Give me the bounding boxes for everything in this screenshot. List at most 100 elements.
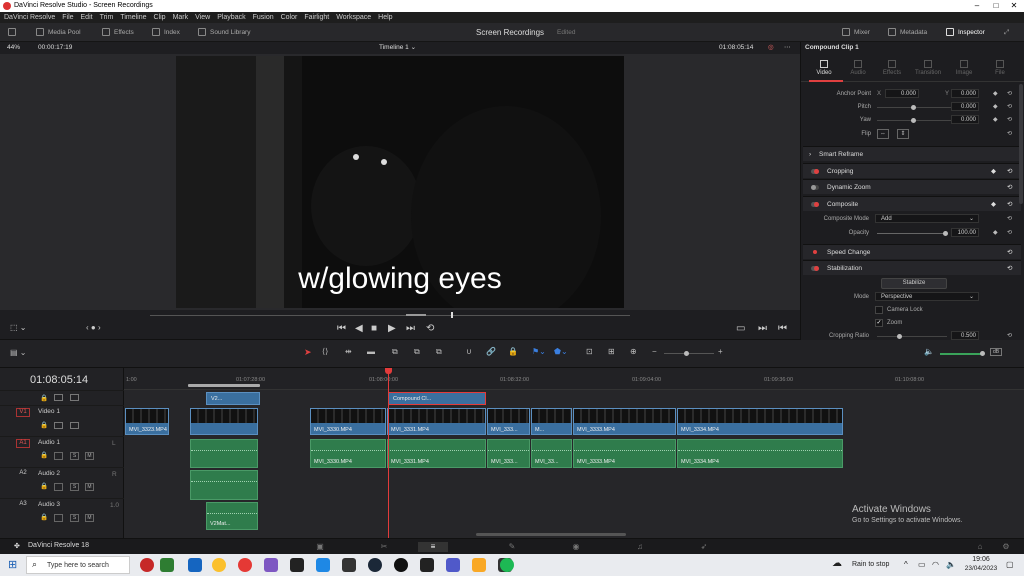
reset-icon[interactable]: ⟲ xyxy=(1007,164,1012,179)
index-button[interactable]: Index xyxy=(152,23,180,42)
notification-icon[interactable]: ▢ xyxy=(1006,560,1014,569)
timeline-view-icon[interactable]: ▤ ⌄ xyxy=(10,348,26,357)
track-tag[interactable]: A2 xyxy=(16,470,30,479)
clip-a1[interactable]: MVI_3331.MP4 xyxy=(387,439,486,468)
sound-library-button[interactable]: Sound Library xyxy=(198,23,250,42)
link-icon[interactable]: 🔗 xyxy=(486,347,496,356)
menu-color[interactable]: Color xyxy=(281,12,298,23)
inspector-button[interactable]: Inspector xyxy=(946,23,985,42)
zoom-full-icon[interactable]: ⊡ xyxy=(586,347,593,356)
stabilize-button[interactable]: Stabilize xyxy=(881,278,947,289)
keyframe-icon[interactable]: ◆ xyxy=(993,114,998,126)
media-pool-button[interactable]: Media Pool xyxy=(36,23,81,42)
task-view-icon[interactable] xyxy=(188,558,202,572)
reset-icon[interactable]: ⟲ xyxy=(1007,180,1012,195)
cropping-ratio-slider[interactable] xyxy=(877,334,947,339)
menu-fairlight[interactable]: Fairlight xyxy=(304,12,329,23)
solo-button[interactable]: S xyxy=(70,452,79,460)
menu-help[interactable]: Help xyxy=(378,12,392,23)
media-page-icon[interactable]: ▣ xyxy=(314,542,326,552)
opacity-slider[interactable] xyxy=(877,231,948,236)
tab-video[interactable]: Video xyxy=(807,56,841,76)
close-icon[interactable]: ✕ xyxy=(1005,0,1023,12)
camera-lock-checkbox[interactable] xyxy=(875,306,883,314)
reset-icon[interactable]: ⟲ xyxy=(1007,197,1012,212)
monitor-icon[interactable] xyxy=(70,394,79,401)
output-toggle-icon[interactable] xyxy=(54,483,63,491)
clip-a1[interactable]: MVI_3334.MP4 xyxy=(677,439,843,468)
selection-tool-icon[interactable]: ➤ xyxy=(304,347,312,358)
clip-a3[interactable]: V2Mat... xyxy=(206,502,258,530)
output-toggle-icon[interactable] xyxy=(54,514,63,522)
menu-timeline[interactable]: Timeline xyxy=(120,12,146,23)
home-icon[interactable]: ⌂ xyxy=(974,542,986,552)
fullscreen-icon[interactable]: ▭ xyxy=(736,323,745,334)
chrome-icon[interactable] xyxy=(212,558,226,572)
clip-a1[interactable]: MVI_3333.MP4 xyxy=(573,439,676,468)
flip-horizontal-icon[interactable]: ⇔ xyxy=(877,129,889,139)
more-options-icon[interactable]: ⋯ xyxy=(784,42,791,54)
flip-vertical-icon[interactable]: ⇕ xyxy=(897,129,909,139)
zoom-checkbox[interactable]: ✓ xyxy=(875,319,883,327)
menu-edit[interactable]: Edit xyxy=(81,12,93,23)
keyframe-icon[interactable]: ◆ xyxy=(991,197,996,212)
reset-icon[interactable]: ⟲ xyxy=(1007,261,1012,276)
steam-icon[interactable] xyxy=(368,558,382,572)
color-page-icon[interactable]: ◉ xyxy=(570,542,582,552)
zoom-custom-icon[interactable]: ⊕ xyxy=(630,347,637,356)
color-icon[interactable]: ◎ xyxy=(768,42,774,54)
clip-a1[interactable] xyxy=(190,439,258,468)
video-frame[interactable]: w/glowing eyes xyxy=(176,56,624,308)
anchor-x-field[interactable]: 0.000 xyxy=(885,89,919,98)
reset-icon[interactable]: ⟲ xyxy=(1007,213,1012,225)
menu-fusion[interactable]: Fusion xyxy=(253,12,274,23)
fusion-page-icon[interactable]: ✎ xyxy=(506,542,518,552)
stabilization-toggle[interactable] xyxy=(811,266,819,271)
reset-icon[interactable]: ⟲ xyxy=(1007,128,1012,140)
mute-button[interactable]: M xyxy=(85,483,94,491)
clip-v1[interactable]: MVI_3330.MP4 xyxy=(310,408,386,435)
tab-transition[interactable]: Transition xyxy=(911,56,945,76)
overwrite-clip-icon[interactable]: ⧉ xyxy=(414,347,420,357)
mute-button[interactable]: M xyxy=(85,514,94,522)
mixer-button[interactable]: Mixer xyxy=(842,23,870,42)
insert-clip-icon[interactable]: ⧉ xyxy=(392,347,398,357)
zoom-in-icon[interactable]: + xyxy=(718,347,723,356)
timeline-scrollbar[interactable] xyxy=(476,533,626,536)
keyframe-icon[interactable]: ◆ xyxy=(993,101,998,113)
monitor-icon[interactable] xyxy=(70,422,79,429)
clip-a1[interactable]: MVI_3330.MP4 xyxy=(310,439,386,468)
section-composite[interactable]: Composite ◆ ⟲ xyxy=(803,196,1021,211)
zoom-detail-icon[interactable]: ⊞ xyxy=(608,347,615,356)
viewer-layout-icon[interactable]: ⬚ ⌄ xyxy=(10,323,26,332)
output-toggle-icon[interactable] xyxy=(54,452,63,460)
viewer-playhead[interactable] xyxy=(451,312,453,318)
tab-effects[interactable]: Effects xyxy=(875,56,909,76)
reset-icon[interactable]: ⟲ xyxy=(1007,101,1012,113)
track-tag[interactable]: V1 xyxy=(16,408,30,417)
app-icon[interactable] xyxy=(290,558,304,572)
rose-app-icon[interactable] xyxy=(140,558,154,572)
volume-slider[interactable] xyxy=(940,351,985,356)
menu-davinci[interactable]: DaVinci Resolve xyxy=(4,12,55,23)
go-to-end-icon[interactable]: ⏭ xyxy=(406,323,415,334)
menu-clip[interactable]: Clip xyxy=(154,12,166,23)
yaw-field[interactable]: 0.000 xyxy=(951,115,979,124)
clock-date[interactable]: 23/04/2023 xyxy=(962,565,1000,572)
menu-mark[interactable]: Mark xyxy=(173,12,189,23)
anchor-y-field[interactable]: 0.000 xyxy=(951,89,979,98)
clip-compound[interactable]: Compound Cl... xyxy=(388,392,486,405)
teams-icon[interactable] xyxy=(446,558,460,572)
keyframe-icon[interactable]: ◆ xyxy=(993,88,998,100)
reset-icon[interactable]: ⟲ xyxy=(1007,227,1012,239)
marker-icon[interactable]: ⬟⌄ xyxy=(554,347,568,356)
clip-v1[interactable]: MVI_3323.MP4 xyxy=(125,408,169,435)
volume-icon[interactable]: 🔈 xyxy=(946,560,956,569)
track-tag[interactable]: A3 xyxy=(16,501,30,510)
reset-icon[interactable]: ⟲ xyxy=(1007,330,1012,340)
epic-games-icon[interactable] xyxy=(420,558,434,572)
speaker-icon[interactable]: 🔈 xyxy=(924,347,934,356)
clip-v1[interactable]: MVI_3334.MP4 xyxy=(677,408,843,435)
track-tag[interactable]: A1 xyxy=(16,439,30,448)
tab-audio[interactable]: Audio xyxy=(841,56,875,76)
